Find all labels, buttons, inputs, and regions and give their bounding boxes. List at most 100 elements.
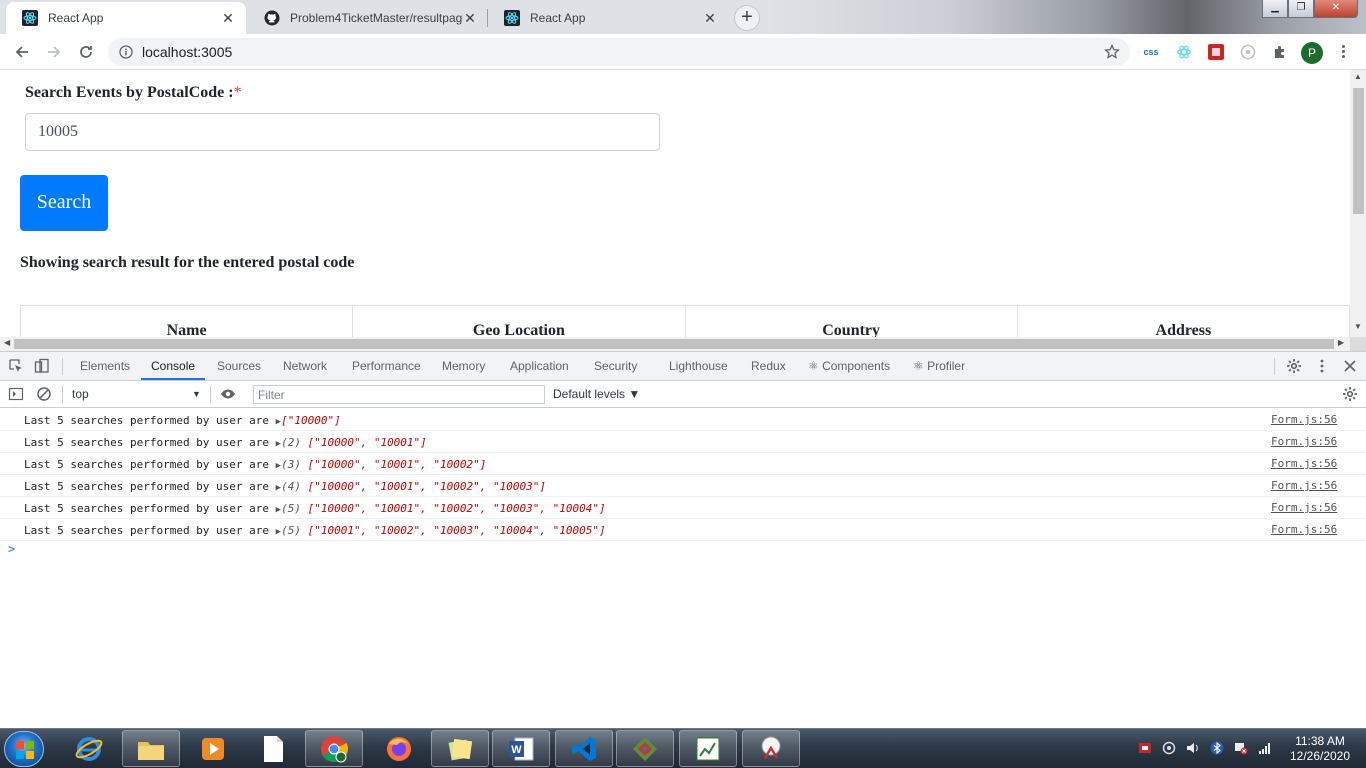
devtools-tab-lighthouse[interactable]: Lighthouse (669, 352, 728, 380)
devtools-tab-sources[interactable]: Sources (217, 352, 261, 380)
device-toolbar-icon[interactable] (34, 358, 50, 374)
devtools-close-icon[interactable] (1342, 358, 1358, 374)
inspect-element-icon[interactable] (8, 358, 24, 374)
devtools-tab-security[interactable]: Security (594, 352, 637, 380)
devtools-tab-profiler[interactable]: ⚛ Profiler (913, 352, 965, 380)
devtools-settings-gear-icon[interactable] (1286, 358, 1302, 374)
forward-arrow-icon (48, 46, 61, 58)
context-dropdown-icon[interactable]: ▼ (192, 389, 201, 399)
scroll-down-arrow-icon[interactable]: ▼ (1354, 322, 1362, 331)
media-player-taskbar-icon[interactable] (184, 730, 242, 767)
log-source-link[interactable]: Form.js:56 (1271, 479, 1337, 492)
devtools-tab-console[interactable]: Console (141, 352, 206, 380)
forward-button[interactable] (42, 40, 66, 64)
log-array-count: (5) (281, 502, 301, 515)
tab-close-icon[interactable]: ✕ (702, 10, 718, 26)
window-close-button[interactable]: ✕ (1314, 0, 1358, 18)
window-restore-button[interactable]: ❐ (1288, 0, 1314, 18)
execution-context-select[interactable]: top (72, 387, 89, 401)
log-array-value[interactable]: ["10000", "10001", "10002", "10003", "10… (308, 502, 606, 515)
word-taskbar-icon[interactable]: W (492, 730, 550, 767)
tray-app-icon[interactable] (1138, 741, 1152, 755)
bluetooth-icon[interactable] (1210, 741, 1224, 755)
file-explorer-taskbar-icon[interactable] (122, 730, 180, 767)
devtools-more-options-icon[interactable] (1314, 358, 1330, 374)
browser-menu-icon[interactable] (1338, 43, 1348, 61)
page-horizontal-scrollbar[interactable]: ◀ ▶ (0, 337, 1350, 351)
document-taskbar-icon[interactable] (244, 730, 302, 767)
log-source-link[interactable]: Form.js:56 (1271, 523, 1337, 536)
browser-tab-react-app-1[interactable]: React App ✕ (6, 2, 246, 34)
internet-explorer-taskbar-icon[interactable] (60, 730, 118, 767)
console-prompt[interactable]: > (8, 542, 15, 556)
devtools-tab-memory[interactable]: Memory (442, 352, 485, 380)
log-array-value[interactable]: ["10000", "10001"] (308, 436, 427, 449)
profile-avatar[interactable]: P (1301, 42, 1323, 64)
devtools-tab-elements[interactable]: Elements (80, 352, 130, 380)
devtools-tab-network[interactable]: Network (283, 352, 327, 380)
devtools-tab-performance[interactable]: Performance (352, 352, 421, 380)
windows-logo-icon (16, 741, 34, 759)
log-source-link[interactable]: Form.js:56 (1271, 435, 1337, 448)
firefox-taskbar-icon[interactable] (370, 730, 428, 767)
log-array-value[interactable]: ["10001", "10002", "10003", "10004", "10… (308, 524, 606, 537)
devtools-tab-application[interactable]: Application (510, 352, 569, 380)
vertical-scroll-thumb[interactable] (1353, 88, 1364, 214)
console-filter-input[interactable]: Filter (253, 385, 545, 404)
browser-tab-react-app-2[interactable]: React App ✕ (488, 2, 728, 34)
devtools-tab-redux[interactable]: Redux (751, 352, 786, 380)
log-array-value[interactable]: ["10000", "10001", "10002", "10003"] (308, 480, 546, 493)
log-levels-label: Default levels (553, 387, 626, 401)
log-source-link[interactable]: Form.js:56 (1271, 501, 1337, 514)
tab-close-icon[interactable]: ✕ (220, 10, 236, 26)
bookmark-star-icon[interactable] (1102, 42, 1122, 62)
back-button[interactable] (10, 40, 34, 64)
red-extension-icon[interactable] (1207, 43, 1225, 61)
horizontal-scroll-thumb[interactable] (14, 339, 1334, 349)
address-bar[interactable]: localhost:3005 (108, 38, 1130, 66)
console-sidebar-toggle-icon[interactable] (8, 386, 24, 402)
snipping-tool-taskbar-icon[interactable] (742, 730, 800, 767)
tab-close-icon[interactable]: ✕ (462, 10, 478, 26)
graph-app-taskbar-icon[interactable] (679, 730, 737, 767)
window-minimize-button[interactable]: ▁ (1262, 0, 1288, 18)
table-header-address: Address (1155, 322, 1212, 337)
chrome-taskbar-icon[interactable] (305, 730, 363, 767)
start-button[interactable] (4, 731, 44, 767)
network-warning-icon[interactable] (1234, 741, 1248, 755)
console-log-row: Last 5 searches performed by user are ▶(… (0, 453, 1366, 475)
volume-icon[interactable] (1186, 741, 1200, 755)
clear-console-icon[interactable] (36, 386, 52, 402)
vscode-taskbar-icon[interactable] (555, 730, 613, 767)
tray-sync-icon[interactable] (1162, 741, 1176, 755)
console-settings-gear-icon[interactable] (1342, 386, 1358, 402)
log-array-value[interactable]: ["10000"] (281, 414, 341, 427)
scroll-right-arrow-icon[interactable]: ▶ (1338, 338, 1344, 347)
react-favicon-icon (22, 10, 38, 26)
components-label: Components (822, 359, 891, 373)
css-extension-icon[interactable]: css (1142, 43, 1160, 61)
signal-bars-icon[interactable] (1258, 741, 1272, 755)
scroll-left-arrow-icon[interactable]: ◀ (4, 338, 10, 347)
page-vertical-scrollbar[interactable]: ▲ ▼ (1350, 70, 1366, 337)
log-levels-dropdown[interactable]: Default levels ▼ (553, 387, 640, 401)
system-clock[interactable]: 11:38 AM 12/26/2020 (1278, 734, 1362, 764)
search-button[interactable]: Search (20, 175, 108, 231)
reload-button[interactable] (74, 40, 98, 64)
site-info-icon[interactable] (118, 44, 134, 60)
redux-extension-icon[interactable] (1239, 43, 1257, 61)
log-source-link[interactable]: Form.js:56 (1271, 457, 1337, 470)
new-tab-button[interactable]: + (734, 5, 760, 31)
sticky-notes-taskbar-icon[interactable] (431, 730, 489, 767)
react-devtools-extension-icon[interactable] (1175, 43, 1193, 61)
live-expression-eye-icon[interactable] (220, 386, 236, 402)
log-array-value[interactable]: ["10000", "10001", "10002"] (308, 458, 487, 471)
postal-code-input[interactable]: 10005 (25, 113, 660, 151)
log-source-link[interactable]: Form.js:56 (1271, 413, 1337, 426)
scroll-up-arrow-icon[interactable]: ▲ (1354, 72, 1362, 81)
browser-tab-github[interactable]: Problem4TicketMaster/resultpag ✕ (248, 2, 488, 34)
git-gui-taskbar-icon[interactable] (616, 730, 674, 767)
table-header-country: Country (686, 306, 1018, 337)
devtools-tab-components[interactable]: ⚛ Components (808, 352, 890, 380)
extensions-puzzle-icon[interactable] (1271, 43, 1289, 61)
